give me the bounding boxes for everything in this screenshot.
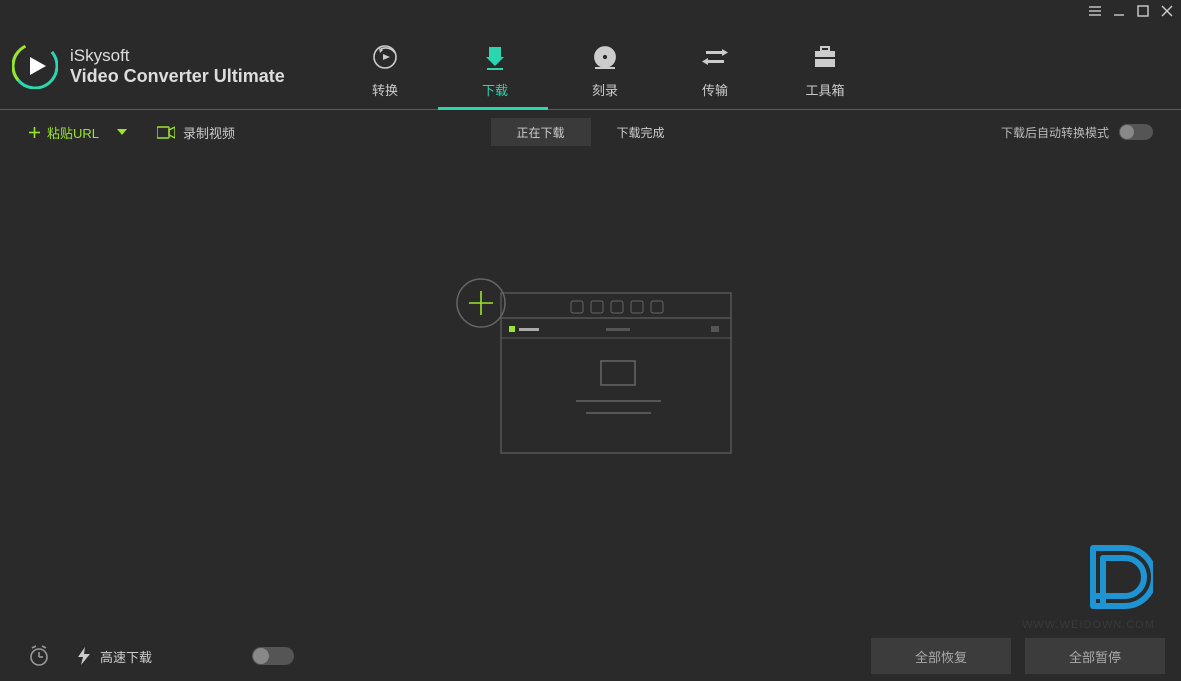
chevron-down-icon[interactable] [117, 129, 127, 135]
tab-label: 下载完成 [616, 124, 664, 141]
tab-downloading[interactable]: 正在下载 [491, 118, 591, 146]
paste-url-button[interactable]: 粘贴URL [28, 123, 127, 142]
watermark-logo-icon [1075, 538, 1153, 621]
app-logo-icon [12, 43, 58, 89]
auto-convert-label: 下载后自动转换模式 [1001, 124, 1109, 141]
bolt-icon [78, 647, 90, 665]
high-speed-label: 高速下载 [100, 647, 152, 666]
nav-transfer[interactable]: 传输 [660, 34, 770, 99]
auto-convert-toggle[interactable] [1119, 124, 1153, 140]
app-header: iSkysoft Video Converter Ultimate 转换 [0, 22, 1181, 110]
nav-label: 转换 [372, 80, 398, 99]
download-status-tabs: 正在下载 下载完成 [491, 118, 691, 146]
download-icon [480, 42, 510, 72]
nav-label: 工具箱 [805, 80, 844, 99]
brand-line1: iSkysoft [70, 46, 285, 66]
nav-label: 刻录 [592, 80, 618, 99]
record-label: 录制视频 [183, 123, 235, 142]
nav-convert[interactable]: 转换 [330, 34, 440, 99]
button-label: 全部恢复 [915, 647, 967, 666]
high-speed-group: 高速下载 [78, 647, 152, 666]
convert-icon [370, 42, 400, 72]
window-titlebar [0, 0, 1181, 22]
schedule-icon[interactable] [28, 645, 50, 667]
brand: iSkysoft Video Converter Ultimate [0, 43, 330, 89]
pause-all-button[interactable]: 全部暂停 [1025, 638, 1165, 674]
resume-all-button[interactable]: 全部恢复 [871, 638, 1011, 674]
brand-line2: Video Converter Ultimate [70, 66, 285, 87]
minimize-button[interactable] [1111, 3, 1127, 19]
plus-icon [28, 126, 41, 139]
nav-label: 传输 [702, 80, 728, 99]
nav-burn[interactable]: 刻录 [550, 34, 660, 99]
maximize-button[interactable] [1135, 3, 1151, 19]
main-nav: 转换 下载 刻录 [330, 34, 880, 99]
nav-toolbox[interactable]: 工具箱 [770, 34, 880, 99]
nav-download[interactable]: 下载 [440, 34, 550, 99]
tab-completed[interactable]: 下载完成 [591, 118, 691, 146]
download-list-area [0, 154, 1181, 631]
button-label: 全部暂停 [1069, 647, 1121, 666]
nav-label: 下载 [482, 80, 508, 99]
high-speed-toggle[interactable] [252, 647, 294, 665]
tab-label: 正在下载 [516, 124, 564, 141]
menu-icon[interactable] [1087, 3, 1103, 19]
watermark-url: WWW.WEIDOWN.COM [1022, 619, 1155, 631]
burn-icon [590, 42, 620, 72]
toolbox-icon [810, 42, 840, 72]
close-button[interactable] [1159, 3, 1175, 19]
transfer-icon [700, 42, 730, 72]
download-toolbar: 粘贴URL 录制视频 正在下载 下载完成 下载后自动转换模式 [0, 110, 1181, 154]
app-footer: 高速下载 全部恢复 全部暂停 [0, 631, 1181, 681]
camera-icon [157, 126, 175, 139]
paste-url-label: 粘贴URL [47, 123, 99, 142]
record-video-button[interactable]: 录制视频 [157, 123, 235, 142]
empty-state-illustration [441, 273, 741, 473]
